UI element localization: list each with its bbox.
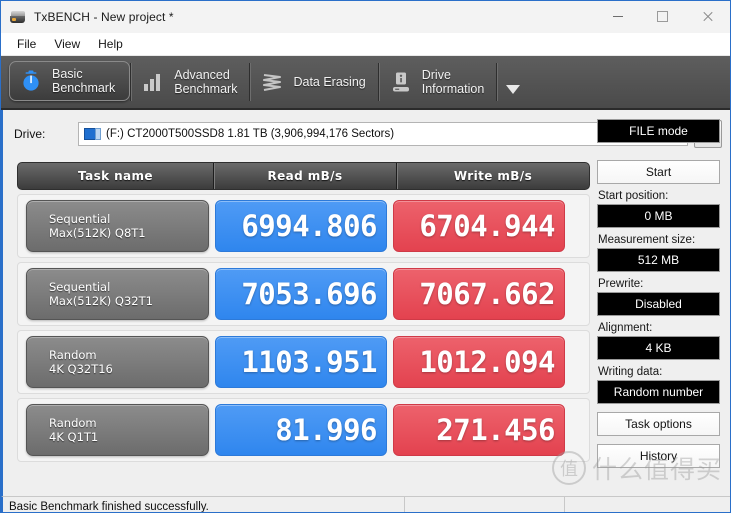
tab-basic-benchmark-label: Basic Benchmark (52, 67, 116, 95)
prewrite-value[interactable]: Disabled (597, 292, 720, 316)
task-name-line2: Max(512K) Q8T1 (49, 226, 146, 240)
column-header-read: Read mB/s (214, 163, 397, 189)
status-message: Basic Benchmark finished successfully. (3, 497, 405, 512)
task-name-line2: 4K Q1T1 (49, 430, 99, 444)
tab-data-erasing-label: Data Erasing (293, 75, 366, 89)
start-position-value[interactable]: 0 MB (597, 204, 720, 228)
table-row[interactable]: Random 4K Q1T1 81.996 271.456 (17, 398, 590, 462)
tab-drive-information-label: Drive Information (421, 68, 485, 96)
drive-info-icon (388, 69, 414, 95)
prewrite-label: Prewrite: (598, 278, 644, 290)
task-name-line1: Random (49, 416, 97, 430)
txbench-window: TxBENCH - New project * File View Help B… (0, 0, 731, 513)
main-content: Drive: (F:) CT2000T500SSD8 1.81 TB (3,90… (1, 110, 730, 496)
drive-select-value: (F:) CT2000T500SSD8 1.81 TB (3,906,994,1… (106, 128, 395, 140)
tab-advanced-benchmark-label: Advanced Benchmark (174, 68, 238, 96)
write-value: 6704.944 (393, 200, 565, 252)
settings-panel: FILE mode Start Start position: 0 MB Mea… (589, 110, 730, 496)
table-row[interactable]: Sequential Max(512K) Q32T1 7053.696 7067… (17, 262, 590, 326)
read-value: 7053.696 (215, 268, 387, 320)
results-header: Task name Read mB/s Write mB/s (17, 162, 590, 190)
tab-data-erasing[interactable]: Data Erasing (249, 56, 377, 108)
task-name-chip[interactable]: Random 4K Q32T16 (26, 336, 209, 388)
write-value: 1012.094 (393, 336, 565, 388)
column-header-write: Write mB/s (453, 169, 533, 183)
task-options-button[interactable]: Task options (597, 412, 720, 436)
start-position-label: Start position: (598, 190, 669, 202)
drive-label: Drive: (14, 127, 46, 141)
bar-chart-icon (140, 69, 166, 95)
tab-strip: Basic Benchmark Advanced Benchmark Data … (1, 56, 730, 110)
write-value: 271.456 (393, 404, 565, 456)
table-row[interactable]: Sequential Max(512K) Q8T1 6994.806 6704.… (17, 194, 590, 258)
tab-advanced-benchmark[interactable]: Advanced Benchmark (130, 56, 249, 108)
tab-basic-benchmark[interactable]: Basic Benchmark (9, 61, 131, 101)
chevron-down-icon (506, 84, 521, 94)
maximize-button[interactable] (640, 1, 685, 32)
tab-drive-information[interactable]: Drive Information (377, 56, 497, 108)
task-name-chip[interactable]: Sequential Max(512K) Q8T1 (26, 200, 209, 252)
app-disk-drive-icon (10, 9, 26, 25)
window-title: TxBENCH - New project * (34, 9, 174, 24)
shred-icon (259, 69, 285, 95)
menu-bar: File View Help (1, 33, 730, 56)
task-name-line1: Sequential (49, 212, 111, 226)
writing-data-label: Writing data: (598, 366, 663, 378)
file-mode-button[interactable]: FILE mode (597, 119, 720, 143)
menu-help[interactable]: Help (89, 35, 132, 53)
measurement-size-value[interactable]: 512 MB (597, 248, 720, 272)
title-bar: TxBENCH - New project * (1, 1, 730, 33)
task-name-line2: Max(512K) Q32T1 (49, 294, 153, 308)
drive-icon (84, 127, 101, 141)
status-bar: Basic Benchmark finished successfully. (1, 496, 730, 512)
task-name-chip[interactable]: Random 4K Q1T1 (26, 404, 209, 456)
task-name-line2: 4K Q32T16 (49, 362, 113, 376)
task-name-line1: Sequential (49, 280, 111, 294)
measurement-size-label: Measurement size: (598, 234, 696, 246)
menu-view[interactable]: View (45, 35, 89, 53)
status-pane-3 (565, 497, 730, 512)
table-row[interactable]: Random 4K Q32T16 1103.951 1012.094 (17, 330, 590, 394)
tab-overflow-button[interactable] (496, 56, 528, 108)
results-table: Task name Read mB/s Write mB/s Sequentia… (17, 162, 590, 462)
stopwatch-icon (18, 68, 44, 94)
write-value: 7067.662 (393, 268, 565, 320)
read-value: 1103.951 (215, 336, 387, 388)
writing-data-value[interactable]: Random number (597, 380, 720, 404)
alignment-value[interactable]: 4 KB (597, 336, 720, 360)
history-button[interactable]: History (597, 444, 720, 468)
task-name-chip[interactable]: Sequential Max(512K) Q32T1 (26, 268, 209, 320)
read-value: 81.996 (215, 404, 387, 456)
column-header-task-name: Task name (18, 163, 214, 189)
minimize-button[interactable] (595, 1, 640, 32)
start-button[interactable]: Start (597, 160, 720, 184)
close-button[interactable] (685, 1, 730, 32)
task-name-line1: Random (49, 348, 97, 362)
alignment-label: Alignment: (598, 322, 653, 334)
menu-file[interactable]: File (8, 35, 45, 53)
status-pane-2 (405, 497, 565, 512)
read-value: 6994.806 (215, 200, 387, 252)
window-controls (595, 1, 730, 32)
